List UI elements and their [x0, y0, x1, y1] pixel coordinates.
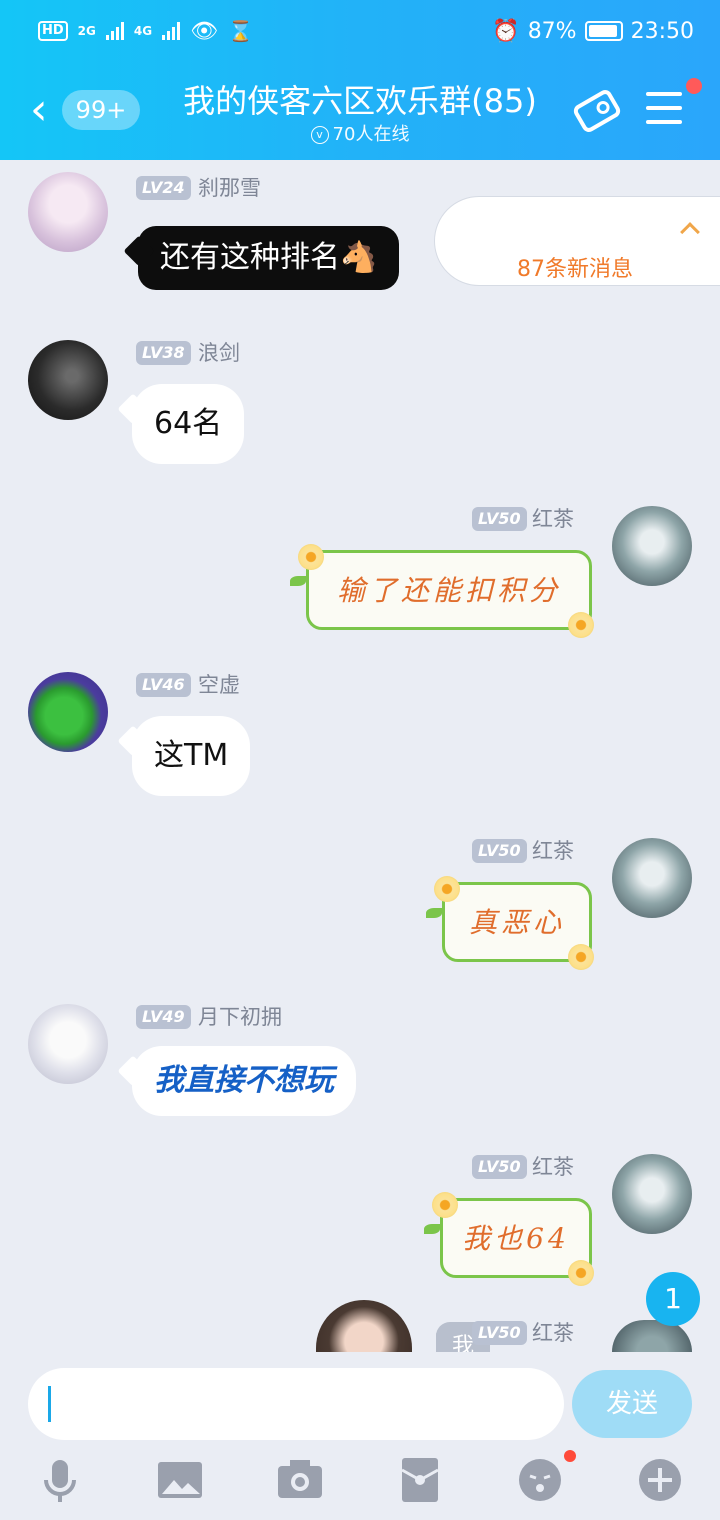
alarm-icon: ⏰	[492, 18, 520, 44]
hd-indicator: HD	[38, 21, 68, 41]
menu-icon[interactable]	[646, 92, 682, 124]
level-badge: LV24	[136, 176, 191, 200]
microphone-icon[interactable]	[36, 1456, 84, 1504]
sender-name[interactable]: 浪剑	[198, 340, 240, 366]
flower-decoration-icon	[568, 612, 594, 638]
send-button[interactable]: 发送	[572, 1370, 692, 1438]
level-badge: LV38	[136, 341, 191, 365]
level-badge: LV50	[472, 507, 527, 531]
plus-icon[interactable]	[636, 1456, 684, 1504]
sender-name[interactable]: 月下初拥	[198, 1004, 282, 1030]
sender-name[interactable]: 刹那雪	[198, 175, 261, 201]
leaf-decoration-icon	[426, 908, 442, 918]
avatar[interactable]	[612, 1154, 692, 1234]
sender-name[interactable]: 红茶	[532, 838, 574, 864]
leaf-decoration-icon	[424, 1224, 440, 1234]
emoji-icon[interactable]	[516, 1456, 564, 1504]
online-count-text: 70人在线	[332, 124, 410, 145]
level-badge: LV50	[472, 839, 527, 863]
flower-decoration-icon	[298, 544, 324, 570]
eye-icon: 👁	[190, 18, 219, 44]
unread-count-badge[interactable]: 1	[646, 1272, 700, 1326]
flower-decoration-icon	[432, 1192, 458, 1218]
new-messages-label: 87条新消息	[517, 257, 633, 282]
avatar[interactable]	[612, 838, 692, 918]
ticket-icon[interactable]	[572, 88, 622, 138]
battery-icon	[584, 21, 623, 41]
flower-decoration-icon	[568, 944, 594, 970]
avatar[interactable]	[612, 506, 692, 586]
sender-name[interactable]: 空虚	[198, 672, 240, 698]
level-badge: LV49	[136, 1005, 191, 1029]
chevron-up-icon	[680, 222, 700, 242]
sender-name[interactable]: 红茶	[532, 506, 574, 532]
battery-percent: 87%	[527, 18, 577, 44]
sender-name[interactable]: 红茶	[532, 1320, 574, 1346]
red-packet-icon[interactable]	[396, 1456, 444, 1504]
level-badge: LV46	[136, 673, 191, 697]
network-4g-label: 4G	[133, 24, 153, 38]
status-bar: HD 2G 4G 👁 ⌛ ⏰ 87% 23:50	[38, 14, 694, 48]
flower-decoration-icon	[434, 876, 460, 902]
clock-time: 23:50	[630, 18, 694, 44]
chevron-down-icon: v	[310, 126, 329, 144]
message-bubble[interactable]: 输了还能扣积分	[306, 550, 592, 630]
message-bubble[interactable]: 这TM	[132, 716, 251, 796]
signal-icon-2	[162, 22, 181, 40]
avatar[interactable]	[28, 672, 108, 752]
new-messages-button[interactable]: 87条新消息	[434, 196, 720, 286]
text-caret	[48, 1386, 51, 1422]
signal-icon	[105, 22, 124, 40]
message-bubble[interactable]: 还有这种排名🐴	[138, 226, 400, 290]
input-bar: 发送	[0, 1352, 720, 1520]
message-bubble[interactable]: 我直接不想玩	[132, 1046, 356, 1116]
level-badge: LV50	[472, 1321, 527, 1345]
flower-decoration-icon	[568, 1260, 594, 1286]
notification-dot	[564, 1450, 576, 1462]
notification-dot	[686, 78, 702, 94]
network-2g-label: 2G	[77, 24, 96, 38]
leaf-decoration-icon	[290, 576, 306, 586]
sender-name[interactable]: 红茶	[532, 1154, 574, 1180]
image-icon[interactable]	[156, 1456, 204, 1504]
hourglass-icon: ⌛	[228, 19, 253, 43]
message-input[interactable]	[28, 1368, 564, 1440]
message-bubble[interactable]: 64名	[132, 384, 245, 464]
camera-icon[interactable]	[276, 1456, 324, 1504]
sticker-character[interactable]	[316, 1300, 412, 1352]
avatar[interactable]	[28, 172, 108, 252]
avatar[interactable]	[28, 340, 108, 420]
avatar[interactable]	[28, 1004, 108, 1084]
chat-header: HD 2G 4G 👁 ⌛ ⏰ 87% 23:50 ‹ 99+ 我的侠客六区欢乐群…	[0, 0, 720, 160]
level-badge: LV50	[472, 1155, 527, 1179]
